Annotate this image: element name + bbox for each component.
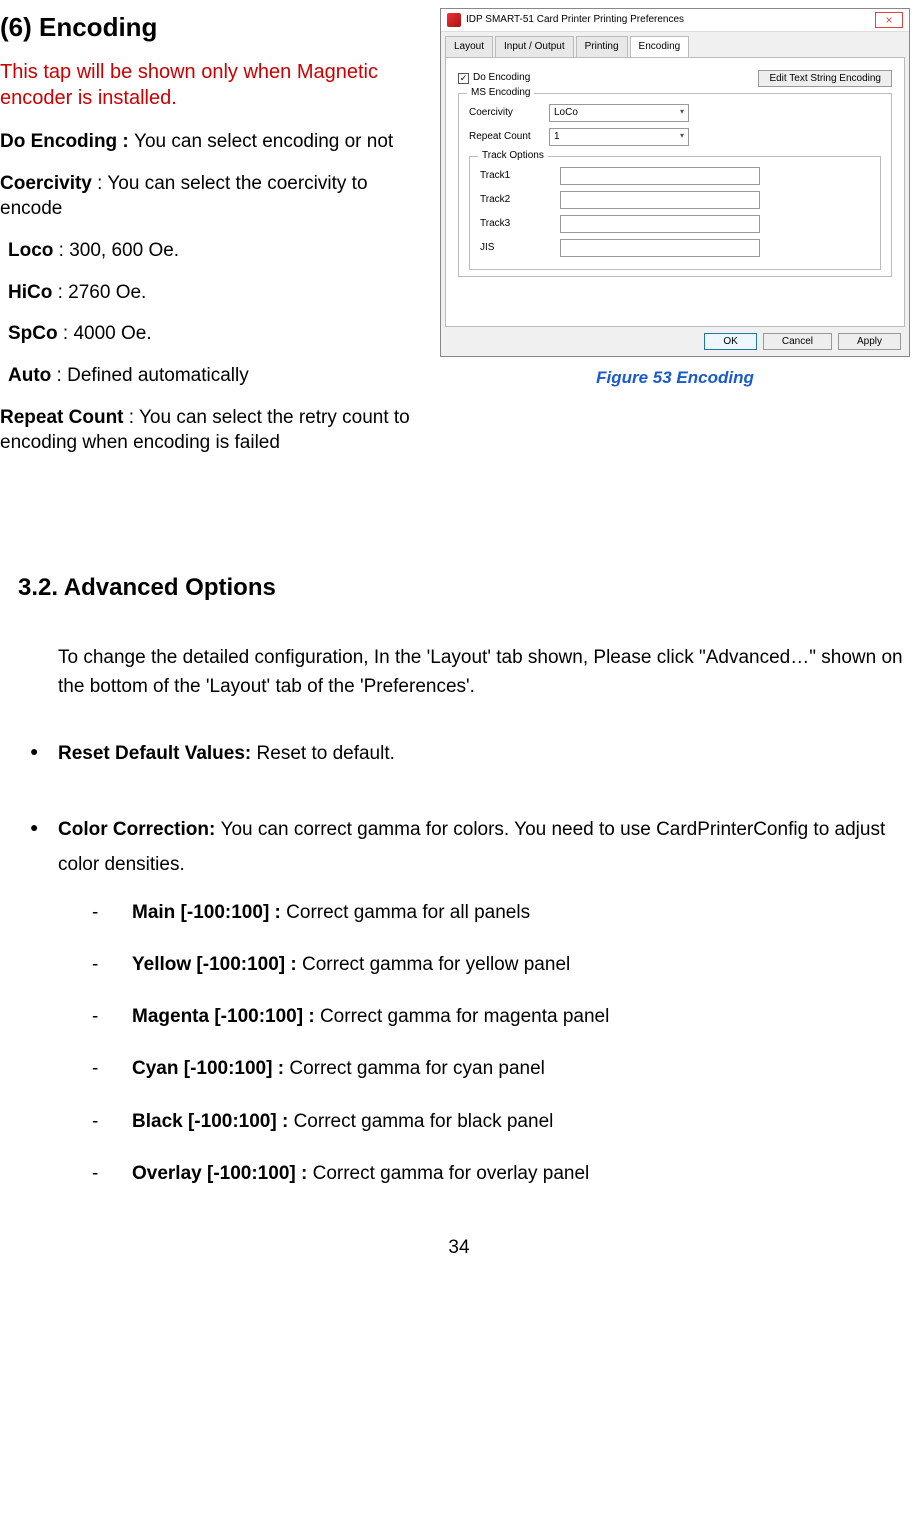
desc-hico: : 2760 Oe. (52, 282, 146, 303)
label-auto: Auto (8, 365, 51, 386)
track3-label: Track3 (480, 217, 550, 231)
combo-coercivity[interactable]: LoCo ▾ (549, 104, 689, 122)
cc-item: Black [-100:100] : Correct gamma for bla… (92, 1105, 918, 1139)
group-ms-encoding: MS Encoding Coercivity LoCo ▾ Repeat Cou… (458, 93, 892, 277)
track1-label: Track1 (480, 169, 550, 183)
cc-item-label: Overlay [-100:100] : (132, 1163, 313, 1184)
heading-3-2: 3.2. Advanced Options (18, 572, 918, 604)
checkbox-do-encoding[interactable]: ✓ Do Encoding (458, 71, 530, 85)
tab-layout[interactable]: Layout (445, 36, 493, 57)
tab-input-output[interactable]: Input / Output (495, 36, 574, 57)
dialog-title-text: IDP SMART-51 Card Printer Printing Prefe… (466, 13, 684, 27)
dialog-preferences: IDP SMART-51 Card Printer Printing Prefe… (440, 8, 910, 357)
red-note: This tap will be shown only when Magneti… (0, 59, 422, 111)
advanced-intro: To change the detailed configuration, In… (58, 644, 906, 701)
para-loco: Loco : 300, 600 Oe. (0, 238, 422, 264)
cc-item-desc: Correct gamma for magenta panel (320, 1006, 609, 1027)
para-auto: Auto : Defined automatically (0, 363, 422, 389)
cc-item-label: Black [-100:100] : (132, 1111, 294, 1132)
cc-item-desc: Correct gamma for black panel (294, 1111, 554, 1132)
dialog-body: ✓ Do Encoding Edit Text String Encoding … (445, 57, 905, 327)
cc-item-desc: Correct gamma for overlay panel (313, 1163, 590, 1184)
track1-input[interactable] (560, 167, 760, 185)
chevron-down-icon: ▾ (680, 131, 684, 142)
cancel-button[interactable]: Cancel (763, 333, 832, 350)
combo-coercivity-value: LoCo (554, 106, 578, 120)
figure-caption: Figure 53 Encoding (596, 367, 754, 390)
desc-spco: : 4000 Oe. (58, 323, 152, 344)
track2-label: Track2 (480, 193, 550, 207)
label-color-correction: Color Correction: (58, 819, 221, 840)
cc-item-desc: Correct gamma for all panels (286, 902, 530, 923)
para-repeat: Repeat Count : You can select the retry … (0, 405, 422, 456)
apply-button[interactable]: Apply (838, 333, 901, 350)
color-correction-list: Main [-100:100] : Correct gamma for all … (92, 896, 918, 1191)
desc-do-encoding: You can select encoding or not (134, 131, 393, 152)
label-spco: SpCo (8, 323, 58, 344)
group-track-options: Track Options Track1 Track2 Track3 JIS (469, 156, 881, 270)
cc-item: Magenta [-100:100] : Correct gamma for m… (92, 1000, 918, 1034)
tabstrip: Layout Input / Output Printing Encoding (441, 32, 909, 57)
page-number: 34 (0, 1235, 918, 1261)
cc-item-label: Magenta [-100:100] : (132, 1006, 320, 1027)
label-reset-default: Reset Default Values: (58, 743, 257, 764)
para-do-encoding: Do Encoding : You can select encoding or… (0, 129, 422, 155)
dialog-titlebar: IDP SMART-51 Card Printer Printing Prefe… (441, 9, 909, 32)
group-ms-encoding-title: MS Encoding (467, 86, 534, 100)
cc-item: Yellow [-100:100] : Correct gamma for ye… (92, 948, 918, 982)
bullet-color-correction: Color Correction: You can correct gamma … (30, 813, 918, 1191)
cc-item-desc: Correct gamma for yellow panel (302, 954, 570, 975)
cc-item: Overlay [-100:100] : Correct gamma for o… (92, 1157, 918, 1191)
checkmark-icon: ✓ (458, 73, 469, 84)
track2-input[interactable] (560, 191, 760, 209)
cc-item: Cyan [-100:100] : Correct gamma for cyan… (92, 1052, 918, 1086)
bullet-reset-default: Reset Default Values: Reset to default. (30, 737, 918, 771)
cc-item-label: Cyan [-100:100] : (132, 1058, 289, 1079)
para-hico: HiCo : 2760 Oe. (0, 280, 422, 306)
desc-reset-default: Reset to default. (257, 743, 395, 764)
tab-encoding[interactable]: Encoding (630, 36, 690, 57)
cc-item-desc: Correct gamma for cyan panel (289, 1058, 545, 1079)
ok-button[interactable]: OK (704, 333, 756, 350)
app-icon (447, 13, 461, 27)
para-spco: SpCo : 4000 Oe. (0, 321, 422, 347)
edit-text-string-button[interactable]: Edit Text String Encoding (758, 70, 892, 87)
jis-label: JIS (480, 241, 550, 255)
field-coercivity-label: Coercivity (469, 106, 539, 120)
chevron-down-icon: ▾ (680, 107, 684, 118)
label-do-encoding: Do Encoding : (0, 131, 134, 152)
checkbox-do-encoding-label: Do Encoding (473, 71, 530, 85)
heading-encoding: (6) Encoding (0, 10, 422, 45)
desc-loco: : 300, 600 Oe. (53, 240, 179, 261)
track3-input[interactable] (560, 215, 760, 233)
label-repeat: Repeat Count (0, 407, 124, 428)
cc-item-label: Yellow [-100:100] : (132, 954, 302, 975)
cc-item-label: Main [-100:100] : (132, 902, 286, 923)
label-coercivity: Coercivity (0, 173, 92, 194)
close-icon[interactable]: × (875, 12, 903, 28)
label-hico: HiCo (8, 282, 52, 303)
desc-auto: : Defined automatically (51, 365, 249, 386)
para-coercivity: Coercivity : You can select the coercivi… (0, 171, 422, 222)
label-loco: Loco (8, 240, 53, 261)
combo-repeat-value: 1 (554, 130, 560, 144)
combo-repeat-count[interactable]: 1 ▾ (549, 128, 689, 146)
tab-printing[interactable]: Printing (576, 36, 628, 57)
dialog-footer: OK Cancel Apply (441, 327, 909, 356)
cc-item: Main [-100:100] : Correct gamma for all … (92, 896, 918, 930)
group-track-options-title: Track Options (478, 149, 548, 163)
field-repeat-label: Repeat Count (469, 130, 539, 144)
jis-input[interactable] (560, 239, 760, 257)
